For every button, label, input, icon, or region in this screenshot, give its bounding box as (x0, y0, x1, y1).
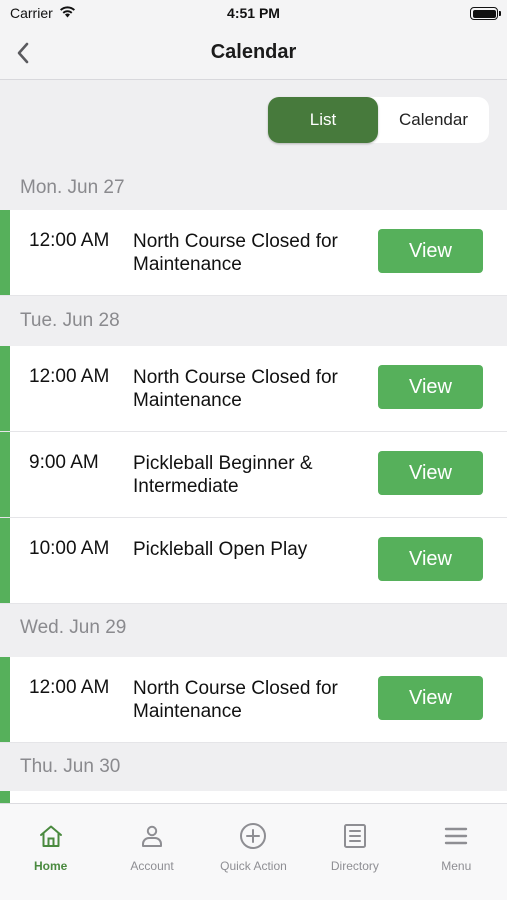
event-accent-bar (0, 518, 10, 603)
view-button[interactable]: View (378, 451, 483, 495)
event-accent-bar (0, 210, 10, 295)
battery-icon (470, 7, 501, 20)
plus-circle-icon (238, 821, 268, 851)
tab-label: Home (34, 859, 68, 873)
event-time: 10:00 AM (29, 538, 110, 559)
event-time: 12:00 AM (29, 230, 110, 251)
tab-directory[interactable]: Directory (304, 804, 405, 900)
tab-menu[interactable]: Menu (406, 804, 507, 900)
page-title: Calendar (210, 41, 297, 63)
account-icon (137, 821, 167, 851)
status-time: 4:51 PM (227, 5, 280, 21)
view-button[interactable]: View (378, 676, 483, 720)
list-view-tab[interactable]: List (268, 97, 378, 143)
tab-account[interactable]: Account (101, 804, 202, 900)
tab-label: Quick Action (220, 859, 287, 873)
home-icon (36, 821, 66, 851)
event-title: Pickleball Open Play (133, 539, 308, 560)
event-accent-bar (0, 432, 10, 517)
event-accent-bar (0, 657, 10, 742)
event-row: 10:00 AM Pickleball Open Play View (0, 518, 507, 604)
event-row: 9:00 AM Pickleball Beginner & Intermedia… (0, 432, 507, 518)
tab-label: Menu (441, 859, 472, 873)
directory-icon (340, 821, 370, 851)
tab-bar: Home Account Quick Action Directory Menu (0, 803, 507, 900)
event-list: Mon. Jun 27 12:00 AM North Course Closed… (0, 165, 507, 831)
event-time: 12:00 AM (29, 677, 110, 698)
event-title: North Course Closed for Maintenance (133, 367, 338, 411)
event-row: 12:00 AM North Course Closed for Mainten… (0, 346, 507, 432)
event-row: 12:00 AM North Course Closed for Mainten… (0, 210, 507, 296)
day-header: Wed. Jun 29 (0, 604, 507, 652)
event-time: 12:00 AM (29, 366, 110, 387)
tab-home[interactable]: Home (0, 804, 101, 900)
view-button[interactable]: View (378, 365, 483, 409)
view-button[interactable]: View (378, 537, 483, 581)
tab-quick-action[interactable]: Quick Action (203, 804, 304, 900)
day-header: Tue. Jun 28 (0, 301, 507, 341)
event-title: Pickleball Beginner & Intermediate (133, 453, 313, 497)
day-header: Mon. Jun 27 (0, 165, 507, 210)
event-accent-bar (0, 346, 10, 431)
event-time: 9:00 AM (29, 452, 99, 473)
event-title: North Course Closed for Maintenance (133, 231, 338, 275)
navigation-bar: Calendar (0, 28, 507, 80)
menu-icon (441, 821, 471, 851)
tab-label: Directory (330, 859, 379, 873)
day-header: Thu. Jun 30 (0, 743, 507, 791)
view-button[interactable]: View (378, 229, 483, 273)
calendar-view-tab[interactable]: Calendar (378, 97, 489, 143)
event-title: North Course Closed for Maintenance (133, 678, 338, 722)
view-mode-segmented-control: List Calendar (268, 97, 489, 143)
event-row: 12:00 AM North Course Closed for Mainten… (0, 657, 507, 743)
tab-label: Account (130, 859, 174, 873)
status-bar: Carrier 4:51 PM (0, 0, 507, 28)
